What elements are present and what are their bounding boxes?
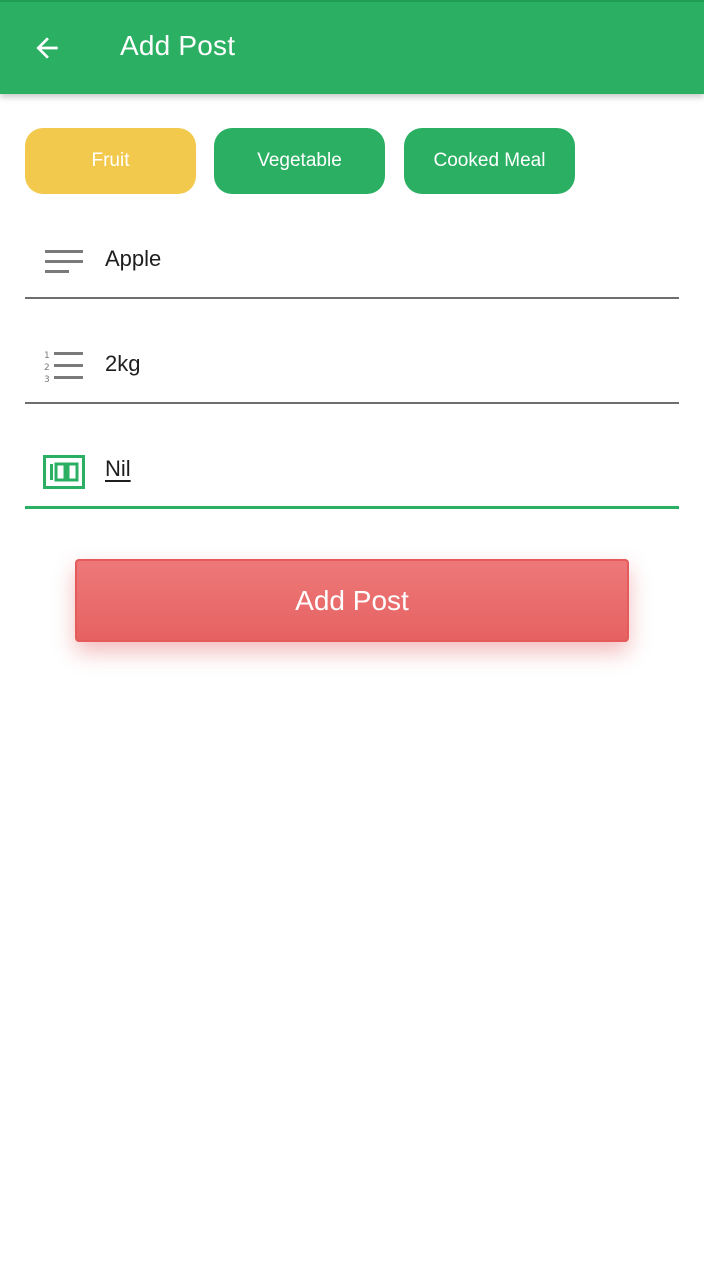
svg-text:3: 3 [44,375,50,385]
svg-text:2: 2 [44,363,50,373]
top-app-bar: Add Post [0,0,704,94]
add-post-screen: Add Post Fruit Vegetable Cooked Meal App… [0,0,704,1280]
back-button[interactable] [22,23,72,73]
item-name-field[interactable]: Apple [25,224,679,299]
category-chip-vegetable[interactable]: Vegetable [214,128,385,194]
subject-lines-icon [43,241,85,283]
money-icon [43,451,85,493]
category-chip-cooked-meal[interactable]: Cooked Meal [404,128,575,194]
quantity-field[interactable]: 1 2 3 2kg [25,329,679,404]
quantity-value[interactable]: 2kg [105,351,140,377]
numbered-list-icon: 1 2 3 [43,346,85,388]
svg-text:1: 1 [44,351,50,361]
price-value[interactable]: Nil [105,456,131,482]
page-title: Add Post [120,30,236,61]
price-field[interactable]: Nil [25,434,679,509]
arrow-left-icon [36,37,58,59]
category-chip-fruit[interactable]: Fruit [25,128,196,194]
item-name-value[interactable]: Apple [105,246,161,272]
add-post-button[interactable]: Add Post [75,559,629,642]
